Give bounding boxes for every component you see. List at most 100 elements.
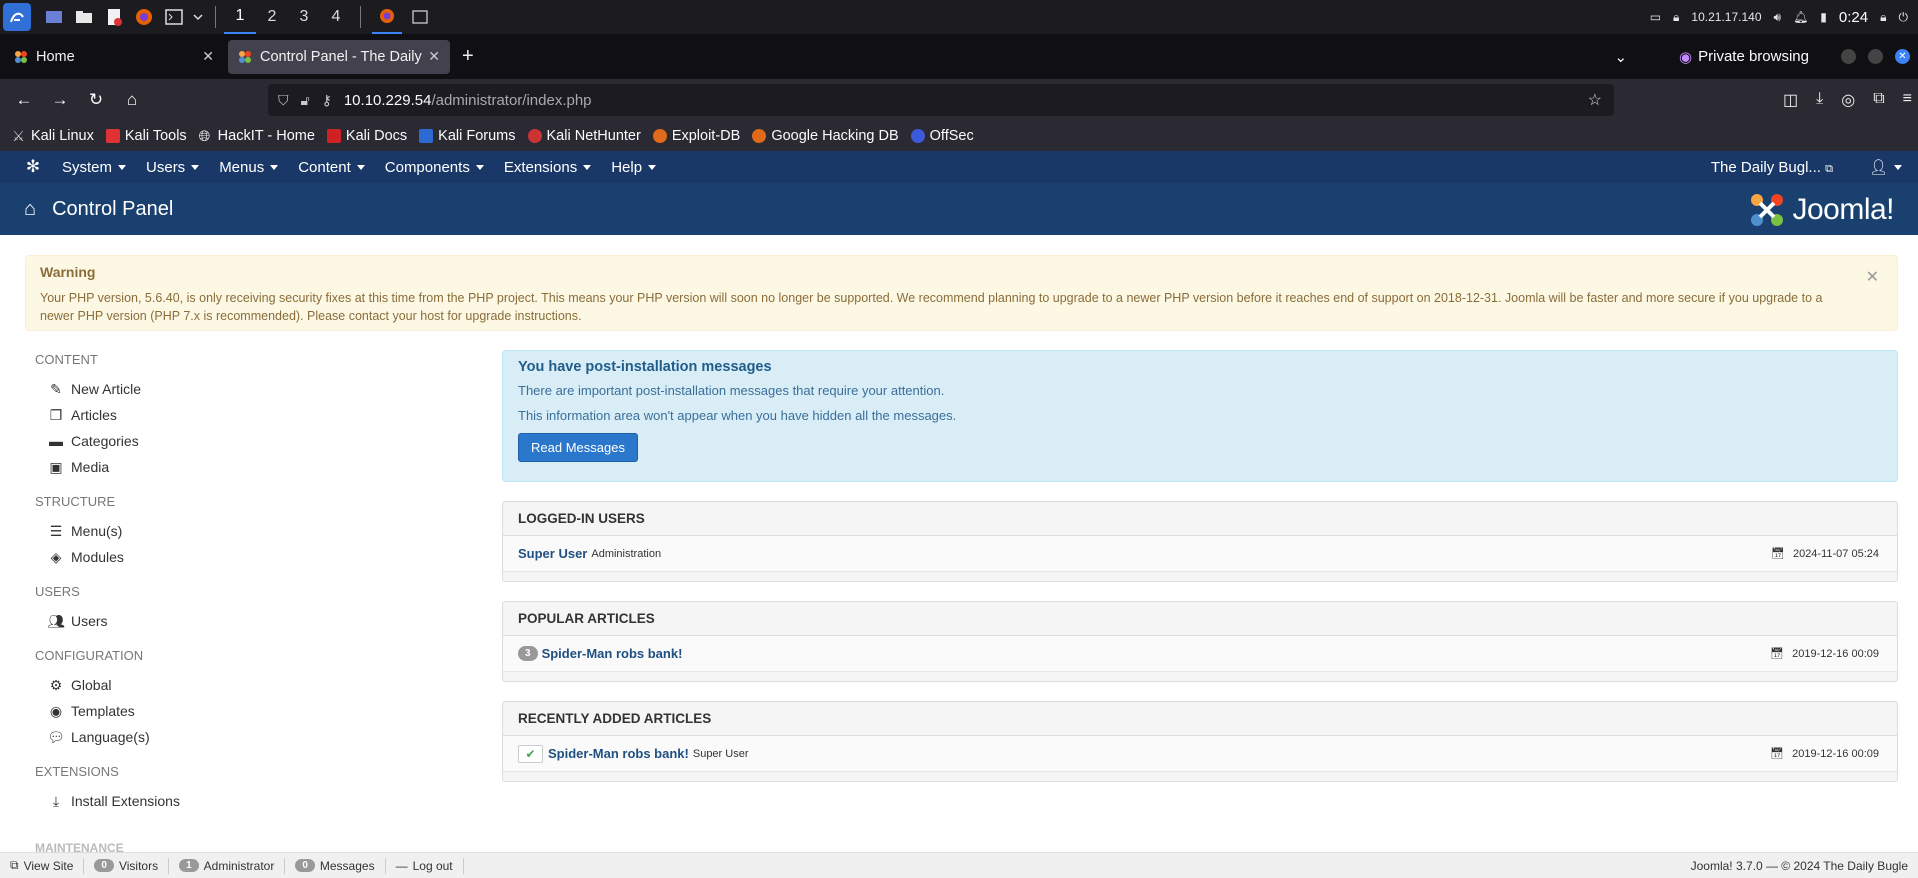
forward-icon[interactable]: → — [42, 90, 78, 110]
bookmark-kali-docs[interactable]: Kali Docs — [326, 128, 407, 144]
terminal-window-icon[interactable] — [408, 6, 432, 28]
calendar-icon: 📅︎ — [1770, 748, 1785, 760]
new-tab-icon[interactable]: + — [462, 45, 474, 68]
back-icon[interactable]: ← — [6, 90, 42, 110]
sidebar-item-label: Language(s) — [71, 729, 150, 745]
workspace-3[interactable]: 3 — [288, 0, 320, 34]
logout-link[interactable]: — Log out — [386, 857, 464, 874]
chevron-down-icon[interactable] — [192, 6, 204, 28]
workspace-4[interactable]: 4 — [320, 0, 352, 34]
kali-menu-icon[interactable] — [3, 3, 31, 31]
padlock-icon[interactable]: 🔓︎ — [301, 92, 310, 109]
lock-icon[interactable]: 🔒︎ — [1880, 10, 1886, 25]
sidebar: CONTENT ✎ New Article ❐ Articles ▬ Categori… — [35, 352, 455, 828]
tab-control-panel[interactable]: Control Panel - The Daily ✕ — [228, 39, 450, 74]
bookmark-label: Kali Linux — [31, 128, 94, 144]
firefox-window-icon[interactable] — [372, 0, 402, 34]
maximize-window-icon[interactable] — [1868, 49, 1883, 64]
url-input[interactable]: ⛉ 🔓︎ ⚷ 10.10.229.54/administrator/index.… — [268, 84, 1614, 116]
warning-text: Your PHP version, 5.6.40, is only receiv… — [40, 291, 1823, 323]
sidebar-item-articles[interactable]: ❐ Articles — [35, 402, 455, 428]
sidebar-item-media[interactable]: ▣ Media — [35, 454, 455, 480]
sidebar-item-categories[interactable]: ▬ Categories — [35, 428, 455, 454]
network-icon[interactable]: 🔒︎ — [1673, 10, 1679, 25]
firefox-icon[interactable] — [132, 6, 156, 28]
menu-extensions[interactable]: Extensions — [504, 159, 592, 176]
sidebar-item-global[interactable]: ⚙ Global — [35, 672, 455, 698]
sidebar-item-languages[interactable]: 💬︎ Language(s) — [35, 724, 455, 750]
messages-status[interactable]: 0 Messages — [285, 857, 386, 874]
workspace-1[interactable]: 1 — [224, 0, 256, 34]
display-icon[interactable]: ▭ — [1650, 10, 1661, 24]
sidebar-item-new-article[interactable]: ✎ New Article — [35, 376, 455, 402]
date-stamp: 📅︎ 2024-11-07 05:24 — [1770, 547, 1879, 561]
power-icon[interactable]: ⏻ — [1899, 10, 1909, 25]
date-stamp: 📅︎ 2019-12-16 00:09 — [1770, 747, 1879, 761]
visitors-status[interactable]: 0 Visitors — [84, 857, 170, 874]
section-title: CONFIGURATION — [35, 648, 144, 663]
sidebar-item-menus[interactable]: ☰ Menu(s) — [35, 518, 455, 544]
user-menu[interactable]: 👤︎ — [1869, 158, 1902, 176]
reload-icon[interactable]: ↻ — [78, 90, 114, 110]
sidebar-item-install-extensions[interactable]: ⤓ Install Extensions — [35, 788, 455, 814]
clock[interactable]: 0:24 — [1839, 9, 1868, 26]
joomla-logo-icon[interactable]: ✻ — [16, 157, 50, 177]
bookmark-star-icon[interactable]: ☆ — [1588, 90, 1602, 110]
list-tabs-icon[interactable]: ⌄ — [1614, 48, 1627, 66]
tab-home[interactable]: Home ✕ — [4, 40, 224, 74]
volume-icon[interactable]: 🔊︎ — [1774, 10, 1782, 25]
sidebar-item-modules[interactable]: ◈ Modules — [35, 544, 455, 570]
minimize-window-icon[interactable] — [1841, 49, 1856, 64]
menu-content[interactable]: Content — [298, 159, 365, 176]
article-link[interactable]: Spider-Man robs bank! — [542, 646, 683, 661]
bookmark-hackit-home[interactable]: 🌐︎ HackIT - Home — [199, 128, 315, 145]
bookmark-kali-nethunter[interactable]: Kali NetHunter — [527, 128, 641, 144]
desktop-icon[interactable] — [42, 6, 66, 28]
shield-icon[interactable]: ⛉ — [278, 92, 289, 109]
menu-users[interactable]: Users — [146, 158, 200, 176]
file-manager-icon[interactable] — [72, 6, 96, 28]
account-icon[interactable]: ◎ — [1841, 90, 1855, 110]
bookmark-google-hacking-db[interactable]: Google Hacking DB — [752, 128, 899, 144]
bookmark-kali-linux[interactable]: ⚔ Kali Linux — [12, 128, 94, 145]
sidebar-item-users[interactable]: 👥︎ Users — [35, 608, 455, 634]
menu-system[interactable]: System — [62, 159, 127, 176]
workspace-2[interactable]: 2 — [256, 0, 288, 34]
pocket-icon[interactable]: ◫ — [1783, 90, 1798, 110]
close-tab-icon[interactable]: ✕ — [202, 48, 214, 65]
user-link[interactable]: Super User — [518, 546, 587, 561]
site-link[interactable]: The Daily Bugl... ⧉ — [1711, 159, 1833, 176]
home-icon[interactable]: ⌂ — [114, 90, 150, 110]
hamburger-menu-icon[interactable]: ≡ — [1903, 90, 1912, 110]
bookmark-label: Google Hacking DB — [771, 128, 899, 144]
menu-menus[interactable]: Menus — [219, 159, 279, 176]
menu-help[interactable]: Help — [611, 159, 657, 176]
close-icon[interactable]: ✕ — [1866, 267, 1879, 287]
permissions-icon[interactable]: ⚷ — [322, 92, 332, 109]
bookmark-exploit-db[interactable]: Exploit-DB — [652, 128, 740, 144]
administrator-status[interactable]: 1 Administrator — [169, 857, 286, 874]
read-messages-button[interactable]: Read Messages — [518, 433, 638, 462]
sidebar-item-templates[interactable]: ◉ Templates — [35, 698, 455, 724]
menu-components[interactable]: Components — [385, 159, 484, 176]
published-check-icon[interactable]: ✔ — [518, 744, 543, 763]
notification-bell-icon[interactable]: 🔔︎ — [1793, 10, 1808, 24]
close-window-icon[interactable]: ✕ — [1895, 49, 1910, 64]
bookmark-offsec[interactable]: OffSec — [910, 128, 974, 144]
calendar-icon: 📅︎ — [1770, 548, 1785, 560]
bookmark-kali-forums[interactable]: Kali Forums — [419, 128, 516, 144]
close-tab-icon[interactable]: ✕ — [428, 48, 440, 65]
view-site-link[interactable]: ⧉ View Site — [10, 857, 85, 874]
extensions-icon[interactable]: ⧉ — [1873, 90, 1884, 110]
bookmark-kali-tools[interactable]: Kali Tools — [105, 128, 187, 144]
exploit-db-icon — [652, 129, 667, 143]
terminal-icon[interactable] — [162, 6, 186, 28]
menu-label: Users — [146, 158, 186, 176]
users-icon: 👥︎ — [47, 612, 65, 629]
nethunter-icon — [527, 129, 542, 143]
battery-icon[interactable]: ▮ — [1820, 10, 1827, 24]
minus-icon: — — [395, 858, 408, 873]
article-link[interactable]: Spider-Man robs bank! — [548, 746, 689, 761]
text-editor-icon[interactable] — [102, 6, 126, 28]
downloads-icon[interactable]: ⤓ — [1816, 90, 1823, 110]
